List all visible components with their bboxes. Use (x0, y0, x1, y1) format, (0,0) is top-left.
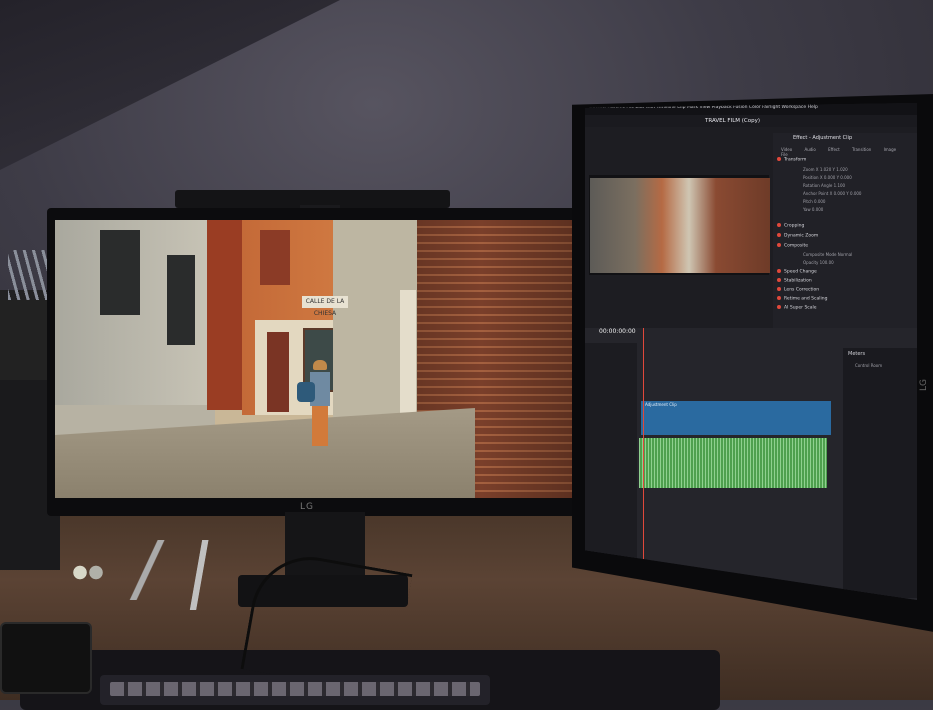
meters-label: Meters (848, 351, 866, 357)
left-monitor-screen: CALLE DE LA CHIESA (55, 220, 577, 498)
enable-dot-icon[interactable] (777, 243, 781, 247)
adjustment-clip-label: Adjustment Clip (645, 402, 677, 407)
video-window (100, 230, 140, 315)
enable-dot-icon[interactable] (777, 223, 781, 227)
enable-dot-icon[interactable] (777, 287, 781, 291)
inspector-tabs: Video Audio Effect Transition Image File (781, 147, 911, 157)
meters-control-room: Control Room (855, 363, 883, 368)
enable-dot-icon[interactable] (777, 233, 781, 237)
pens (8, 250, 48, 300)
enable-dot-icon[interactable] (777, 305, 781, 309)
keyboard-keys (110, 682, 480, 696)
tab-transition[interactable]: Transition (852, 147, 871, 152)
inspector-title: Effect - Adjustment Clip (793, 135, 853, 141)
field-rotation[interactable]: Rotation Angle 1.100 (803, 183, 845, 188)
timecode: 00:00:00:00 (599, 328, 636, 335)
meters-panel (843, 348, 917, 598)
section-cropping[interactable]: Cropping (777, 223, 913, 231)
viewer-frame (590, 178, 770, 273)
tab-effect[interactable]: Effect (828, 147, 840, 152)
field-anchor[interactable]: Anchor Point X 0.000 Y 0.000 (803, 191, 861, 196)
right-monitor-screen: DaVinci Resolve File Edit Trim Timeline … (585, 103, 917, 600)
playhead[interactable] (643, 328, 644, 568)
enable-dot-icon[interactable] (777, 269, 781, 273)
video-street-sign: CALLE DE LA CHIESA (302, 296, 348, 317)
section-speed-change[interactable]: Speed Change (777, 269, 913, 277)
section-lens-correction[interactable]: Lens Correction (777, 287, 913, 295)
field-zoom[interactable]: Zoom X 1.020 Y 1.020 (803, 167, 848, 172)
phone (0, 622, 92, 694)
field-opacity[interactable]: Opacity 100.00 (803, 260, 834, 265)
inspector-panel: Effect - Adjustment Clip Video Audio Eff… (773, 133, 917, 333)
field-position[interactable]: Position X 0.000 Y 0.000 (803, 175, 852, 180)
video-person-walking (297, 360, 333, 450)
section-dynamic-zoom[interactable]: Dynamic Zoom (777, 233, 913, 241)
tab-image[interactable]: Image (884, 147, 897, 152)
video-door (267, 332, 289, 412)
enable-dot-icon[interactable] (777, 157, 781, 161)
section-transform[interactable]: Transform (777, 157, 913, 165)
field-composite-mode[interactable]: Composite Mode Normal (803, 252, 852, 257)
section-ai-super-scale[interactable]: AI Super Scale (777, 305, 913, 313)
person-hat (313, 360, 327, 370)
video-window (167, 255, 195, 345)
field-pitch[interactable]: Pitch 0.000 (803, 199, 825, 204)
marker-pen (118, 540, 188, 600)
enable-dot-icon[interactable] (777, 296, 781, 300)
person-pants (312, 406, 328, 446)
right-monitor-logo: LG (919, 379, 929, 391)
video-shutter (260, 230, 290, 285)
section-composite[interactable]: Composite (777, 243, 913, 251)
video-red-building (207, 220, 247, 410)
tab-audio[interactable]: Audio (805, 147, 816, 152)
audio-waveform-clip[interactable] (639, 438, 827, 488)
marker-pen-2 (185, 540, 215, 610)
left-monitor-logo: LG (300, 502, 314, 512)
project-title: TRAVEL FILM (Copy) (705, 118, 761, 124)
enable-dot-icon[interactable] (777, 278, 781, 282)
small-figurine (68, 555, 108, 590)
section-retime-scaling[interactable]: Retime and Scaling (777, 296, 913, 304)
person-bag (297, 382, 315, 402)
field-yaw[interactable]: Yaw 0.000 (803, 207, 823, 212)
section-stabilization[interactable]: Stabilization (777, 278, 913, 286)
